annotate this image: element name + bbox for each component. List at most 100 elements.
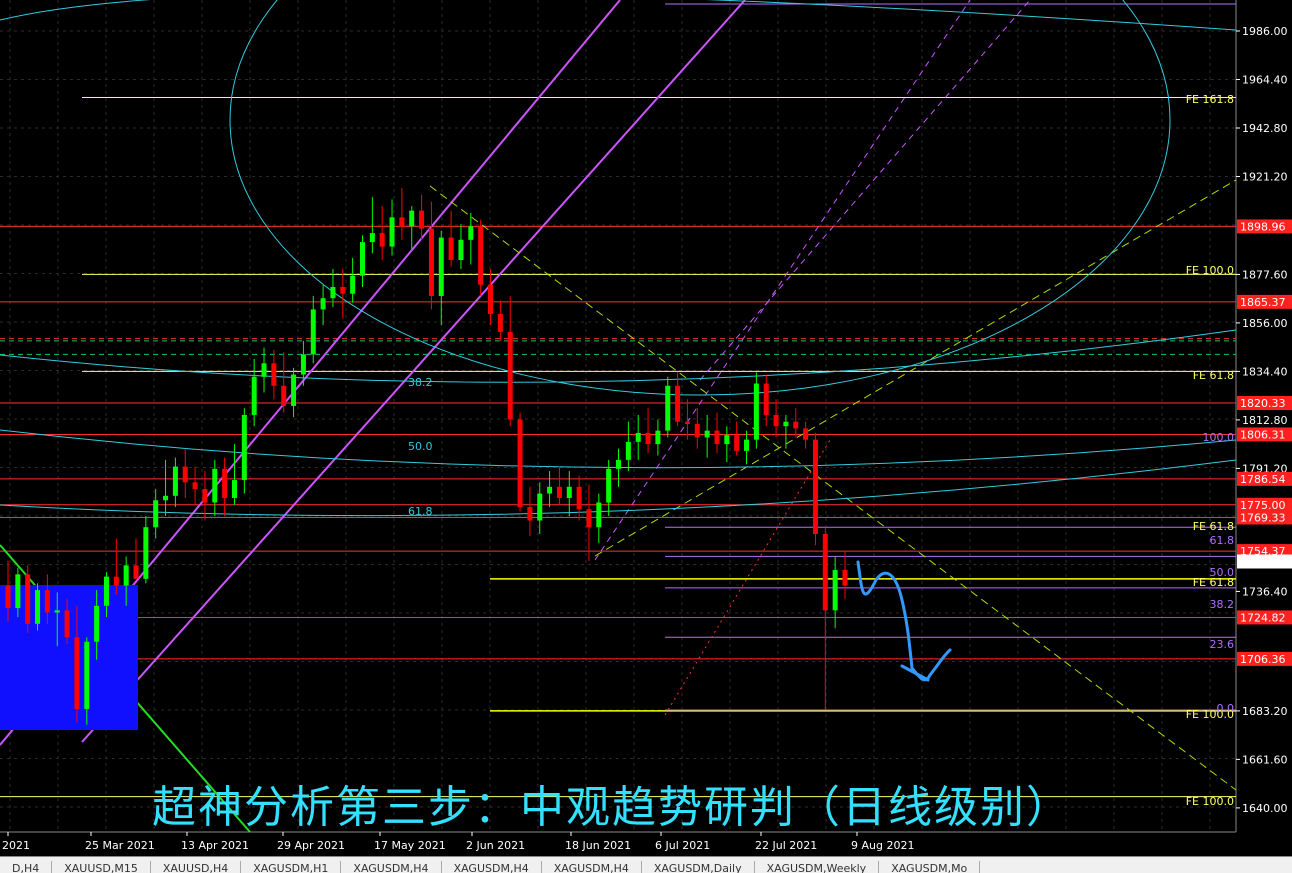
- price-tag-label: 1775.00: [1240, 499, 1286, 512]
- candle-body: [458, 239, 464, 261]
- symbol-tab[interactable]: XAGUSDM,H4: [341, 861, 442, 873]
- candle-body: [123, 565, 129, 586]
- fib-retracement-label: 38.2: [408, 376, 433, 389]
- fe-label: FE 61.8: [1193, 369, 1234, 382]
- fib-level-label: 61.8: [1210, 534, 1235, 547]
- candle-body: [537, 493, 543, 521]
- candle-body: [645, 432, 651, 445]
- trend-channel: [0, 0, 1237, 833]
- symbol-tab[interactable]: XAGUSDM,H4: [442, 861, 542, 873]
- candle-body: [143, 527, 149, 579]
- channel-dashed-line: [594, 0, 971, 561]
- symbol-tab[interactable]: XAGUSDM,Mo: [879, 861, 981, 873]
- symbol-tab[interactable]: XAGUSDM,Weekly: [755, 861, 880, 873]
- price-tag-label: 1865.37: [1240, 296, 1286, 309]
- candle-body: [64, 610, 70, 638]
- candle-body: [635, 432, 641, 442]
- fib-retracement-label: 61.8: [408, 505, 433, 518]
- y-tick-label: 1812.80: [1242, 414, 1288, 427]
- current-price-label: 1749.73: [1240, 556, 1286, 569]
- price-chart[interactable]: 38.2 50.0 61.8 FE 161.8 FE 100.0 FE 61.8 FE 61…: [0, 0, 1292, 856]
- candle-body: [734, 435, 740, 451]
- candle-body: [310, 309, 316, 355]
- fib-arc: [0, 0, 1237, 31]
- candle-body: [586, 509, 592, 528]
- x-tick-label: 18 Jun 2021: [565, 839, 631, 852]
- candle-body: [606, 468, 612, 503]
- symbol-tab[interactable]: XAUUSD,H4: [151, 861, 242, 873]
- dotted-projection-line: [664, 439, 831, 716]
- candle-body: [812, 439, 818, 534]
- candle-body: [54, 610, 60, 613]
- y-tick-label: 1834.40: [1242, 365, 1288, 378]
- candle-body: [25, 574, 31, 624]
- blue-zone-box: [0, 585, 138, 730]
- candle-body: [369, 233, 375, 243]
- symbol-tab[interactable]: D,H4: [0, 861, 53, 873]
- x-tick-label: 29 Apr 2021: [277, 839, 345, 852]
- candle-body: [330, 286, 336, 299]
- candle-body: [350, 275, 356, 294]
- x-tick-label: 22 Jul 2021: [755, 839, 817, 852]
- candle-body: [655, 430, 661, 445]
- candle-body: [753, 383, 759, 440]
- y-tick-label: 1640.00: [1242, 802, 1288, 815]
- x-tick-label: 9 Aug 2021: [851, 839, 914, 852]
- x-tick-label: 2 Jun 2021: [466, 839, 525, 852]
- fib-arc: [0, 329, 1237, 383]
- y-tick-label: 1856.00: [1242, 317, 1288, 330]
- candle-body: [547, 486, 553, 494]
- y-tick-label: 1661.60: [1242, 753, 1288, 766]
- candle-body: [783, 421, 789, 427]
- candle-body: [300, 354, 306, 375]
- candle-body: [616, 459, 622, 469]
- horizontal-levels: [0, 3, 1236, 798]
- candle-body: [478, 226, 484, 285]
- fe-label: FE 100.0: [1186, 795, 1234, 808]
- candle-body: [251, 376, 257, 415]
- candle-body: [793, 421, 799, 429]
- candle-body: [665, 385, 671, 431]
- candle-body: [103, 576, 109, 606]
- candle-body: [714, 430, 720, 445]
- channel-dashed-line: [699, 0, 1031, 381]
- candle-body: [517, 419, 523, 508]
- fib-level-label: 0.0: [1217, 702, 1235, 715]
- candle-body: [222, 468, 228, 499]
- candle-body: [44, 590, 50, 613]
- price-tag-label: 1806.31: [1240, 428, 1286, 441]
- y-tick-label: 1942.80: [1242, 122, 1288, 135]
- x-tick-label: 17 May 2021: [374, 839, 446, 852]
- symbol-tab[interactable]: XAGUSDM,H4: [542, 861, 642, 873]
- candle-body: [202, 489, 208, 503]
- candle-body: [448, 237, 454, 261]
- fe-label: FE 161.8: [1186, 93, 1234, 106]
- fib-level-label: 50.0: [1210, 566, 1235, 579]
- candle-body: [163, 495, 169, 501]
- candle-body: [625, 441, 631, 460]
- symbol-tab[interactable]: XAUUSD,M15: [52, 861, 151, 873]
- candle-body: [84, 641, 90, 710]
- candle-body: [497, 313, 503, 332]
- candle-body: [153, 500, 159, 528]
- symbol-tab[interactable]: XAGUSDM,Daily: [642, 861, 755, 873]
- candle-body: [842, 569, 848, 586]
- candle-body: [576, 486, 582, 510]
- price-tag-label: 1706.36: [1240, 653, 1286, 666]
- candle-body: [468, 226, 474, 240]
- candle-body: [192, 482, 198, 490]
- x-tick-label: 25 Mar 2021: [85, 839, 155, 852]
- fib-arc: [229, 0, 1171, 396]
- candle-body: [704, 430, 710, 438]
- price-tag-label: 1786.54: [1240, 473, 1286, 486]
- candle-body: [94, 605, 100, 642]
- dashed-trend-line: [594, 179, 1237, 557]
- fe-label: FE 100.0: [1186, 264, 1234, 277]
- candle-body: [556, 486, 562, 499]
- price-tag-label: 1898.96: [1240, 220, 1286, 233]
- candle-body: [684, 421, 690, 424]
- symbol-tab[interactable]: XAGUSDM,H1: [241, 861, 342, 873]
- candle-body: [340, 286, 346, 294]
- candle-body: [5, 585, 11, 609]
- candle-body: [15, 574, 21, 609]
